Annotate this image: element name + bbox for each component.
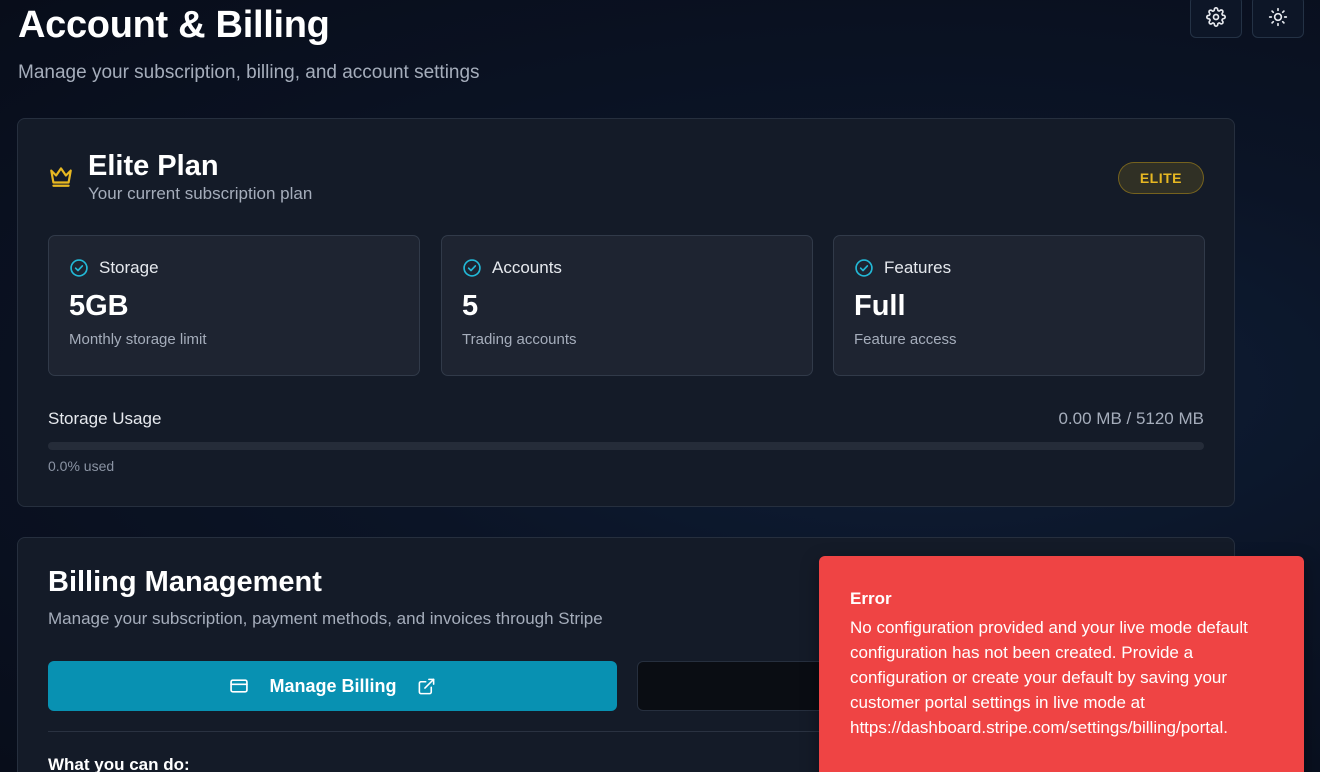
- billing-title: Billing Management: [48, 566, 322, 598]
- storage-usage-value: 0.00 MB / 5120 MB: [1058, 409, 1204, 428]
- stat-card-accounts: Accounts 5 Trading accounts: [441, 235, 813, 376]
- stat-value: 5GB: [69, 290, 129, 322]
- stat-label: Features: [884, 258, 952, 277]
- stat-card-features: Features Full Feature access: [833, 235, 1205, 376]
- storage-usage-bar: [48, 442, 1204, 450]
- stat-label: Accounts: [492, 258, 562, 277]
- toast-title: Error: [850, 589, 892, 608]
- plan-header: Elite Plan Your current subscription pla…: [48, 149, 312, 204]
- plan-name: Elite Plan: [88, 150, 219, 182]
- stat-desc: Monthly storage limit: [69, 331, 207, 348]
- stat-card-storage: Storage 5GB Monthly storage limit: [48, 235, 420, 376]
- plan-badge: ELITE: [1117, 162, 1204, 194]
- storage-usage-percent: 0.0% used: [48, 458, 115, 474]
- page-subtitle: Manage your subscription, billing, and a…: [18, 62, 480, 83]
- external-link-icon: [418, 678, 434, 694]
- stat-desc: Feature access: [854, 331, 957, 348]
- check-circle-icon: [70, 259, 88, 277]
- crown-icon: [50, 167, 72, 187]
- error-toast[interactable]: Error No configuration provided and your…: [819, 556, 1304, 772]
- stat-desc: Trading accounts: [462, 331, 577, 348]
- credit-card-icon: [230, 679, 249, 693]
- gear-icon: [1206, 7, 1226, 27]
- sun-icon: [1268, 7, 1288, 27]
- stat-label: Storage: [99, 258, 159, 277]
- plan-subtitle: Your current subscription plan: [88, 184, 313, 203]
- what-you-can-do-heading: What you can do:: [48, 755, 190, 772]
- plan-card: Elite Plan Your current subscription pla…: [17, 118, 1235, 507]
- stat-value: 5: [462, 290, 479, 322]
- check-circle-icon: [463, 259, 481, 277]
- manage-billing-button[interactable]: Manage Billing: [48, 661, 617, 711]
- toast-message: No configuration provided and your live …: [850, 618, 1248, 737]
- billing-subtitle: Manage your subscription, payment method…: [48, 609, 603, 628]
- check-circle-icon: [855, 259, 873, 277]
- settings-button[interactable]: [1190, 0, 1242, 38]
- page-title: Account & Billing: [18, 4, 330, 46]
- storage-usage-label: Storage Usage: [48, 409, 162, 428]
- theme-toggle-button[interactable]: [1252, 0, 1304, 38]
- manage-billing-label: Manage Billing: [269, 675, 397, 696]
- stat-value: Full: [854, 290, 906, 322]
